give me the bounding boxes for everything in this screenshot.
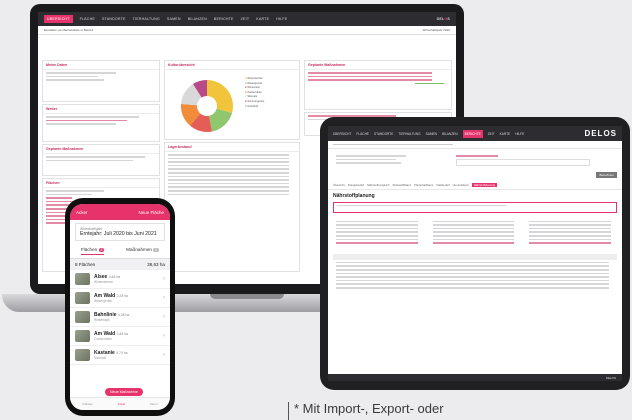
ttab[interactable]: Phosphatbilanz <box>414 183 433 187</box>
nav-standorte[interactable]: STANDORTE <box>102 17 126 21</box>
chevron-right-icon: › <box>163 352 165 358</box>
tablet-tables <box>328 215 622 250</box>
tablet-footer: DELOS <box>328 374 622 381</box>
laptop-navbar: ÜBERSICHT FLÄCHE STANDORTE TIERHALTUNG S… <box>38 12 456 26</box>
subbar-left: Einstellen von Betriebsliste in Betrieb <box>44 28 94 32</box>
nav-zeit[interactable]: ZEIT <box>241 17 250 21</box>
caption-text: * Mit Import-, Export- oder <box>294 401 444 416</box>
phone-title: Acker <box>76 209 88 215</box>
ttab[interactable]: Humusbilanz <box>453 183 469 187</box>
field-thumbnail <box>75 349 90 361</box>
panel-title: Geplante Maßnahmen <box>305 61 451 70</box>
bar-item-active[interactable]: Acker <box>118 402 126 406</box>
nav-berichte[interactable]: BERICHTE <box>214 17 234 21</box>
panel-lagerbestand: Lagerbestand <box>164 142 300 272</box>
phone-tabs: Flächen 8 Maßnahmen 0 <box>70 244 170 259</box>
list-item[interactable]: Kastanie 5,74 ha Silomais › <box>70 346 170 365</box>
list-item[interactable]: Am Wald 3,48 ha Zuckerrüben › <box>70 327 170 346</box>
tnav-item[interactable]: HILFE <box>515 132 524 136</box>
panel-kulturubersicht: Kulturübersicht ■ Winterweizen ■ Winterg… <box>164 60 300 140</box>
list-item[interactable]: Alsee 4,48 ha Winterweizen › <box>70 270 170 289</box>
bar-item[interactable]: Menü <box>150 402 158 406</box>
panel-title: Kulturübersicht <box>165 61 299 70</box>
ttab-active[interactable]: Nährstoffplanung <box>471 182 498 187</box>
tablet-subbar <box>328 141 622 149</box>
chevron-right-icon: › <box>163 295 165 301</box>
ttab[interactable]: Stickstoffbilanz <box>393 183 412 187</box>
field-thumbnail <box>75 292 90 304</box>
list-item[interactable]: Bahnlinie 4,08 ha Winterraps › <box>70 308 170 327</box>
tnav-item-active[interactable]: BERICHTE <box>462 129 483 138</box>
chevron-right-icon: › <box>163 333 165 339</box>
new-measure-button[interactable]: Neue Maßnahme <box>105 388 143 396</box>
count-label: 8 Flächen <box>75 262 96 267</box>
panel-massnahmen-right: Geplante Maßnahmen <box>304 60 452 110</box>
tab-massnahmen[interactable]: Maßnahmen 0 <box>126 247 160 255</box>
season-value: Erntejahr: Juli 2020 bis Juni 2021 <box>80 231 157 237</box>
ttab[interactable]: Übersicht <box>333 183 345 187</box>
field-thumbnail <box>75 330 90 342</box>
nav-samen[interactable]: SAMEN <box>167 17 181 21</box>
tnav-item[interactable]: FLÄCHE <box>356 132 369 136</box>
tnav-item[interactable]: BILANZEN <box>442 132 458 136</box>
nav-flache[interactable]: FLÄCHE <box>80 17 95 21</box>
bar-item[interactable]: Flächen <box>82 402 93 406</box>
pie-chart <box>180 79 233 132</box>
tablet-form <box>328 149 622 172</box>
season-card[interactable]: Wirtschaftsjahr Erntejahr: Juli 2020 bis… <box>75 223 165 241</box>
ttab[interactable]: Kalkbedarf <box>436 183 449 187</box>
panel-meine-daten: Meine Daten <box>42 60 160 102</box>
panel-title: Geplante Maßnahmen <box>43 145 159 154</box>
nav-ubersicht[interactable]: ÜBERSICHT <box>44 15 73 23</box>
tablet-navbar: ÜBERSICHT FLÄCHE STANDORTE TIERHALTUNG S… <box>328 126 622 141</box>
tablet-bottom-table <box>328 250 622 295</box>
tnav-item[interactable]: ZEIT <box>488 132 495 136</box>
caption-divider <box>288 402 289 420</box>
field-thumbnail <box>75 273 90 285</box>
nav-hilfe[interactable]: HILFE <box>276 17 287 21</box>
list-item[interactable]: Am Wald 2,28 ha Wintergerste › <box>70 289 170 308</box>
panel-title: Lagerbestand <box>165 143 299 152</box>
ttab[interactable]: Nährstoffvergleich <box>367 183 390 187</box>
tnav-item[interactable]: ÜBERSICHT <box>333 132 351 136</box>
nav-karte[interactable]: KARTE <box>256 17 269 21</box>
tnav-item[interactable]: SAMEN <box>426 132 437 136</box>
tablet-tabs: Übersicht Düngebedarf Nährstoffvergleich… <box>328 181 622 190</box>
field-count: 8 Flächen 38,63 ha <box>70 259 170 270</box>
brand-logo: DELOS <box>436 17 450 21</box>
panel-title: Meine Daten <box>43 61 159 70</box>
pie-legend: ■ Winterweizen ■ Wintergerste ■ Winterra… <box>245 77 265 108</box>
tnav-item[interactable]: STANDORTE <box>374 132 393 136</box>
tnav-item[interactable]: TIERHALTUNG <box>398 132 420 136</box>
subbar-right[interactable]: Wirtschaftsjahr 2020 <box>423 28 450 32</box>
panel-title: Flächen <box>43 179 159 188</box>
panel-massnahmen-left: Geplante Maßnahmen <box>42 144 160 176</box>
new-field-button[interactable]: Neue Fläche <box>138 210 164 215</box>
tnav-item[interactable]: KARTE <box>500 132 511 136</box>
tablet-alert <box>333 201 617 213</box>
nav-tierhaltung[interactable]: TIERHALTUNG <box>133 17 160 21</box>
laptop-subbar: Einstellen von Betriebsliste in Betrieb … <box>38 26 456 35</box>
count-area: 38,63 ha <box>147 262 165 267</box>
phone-screen: Acker Neue Fläche Wirtschaftsjahr Erntej… <box>70 204 170 410</box>
tablet-brand: DELOS <box>584 129 617 138</box>
tab-flachen[interactable]: Flächen 8 <box>80 247 105 255</box>
calc-button[interactable]: Berechnen <box>596 171 617 178</box>
phone-header: Acker Neue Fläche <box>70 204 170 220</box>
ttab[interactable]: Düngebedarf <box>348 183 364 187</box>
laptop-notch <box>210 294 284 299</box>
nav-bilanzen[interactable]: BILANZEN <box>188 17 207 21</box>
panel-wetter: Wetter <box>42 104 160 142</box>
chevron-right-icon: › <box>163 276 165 282</box>
phone-bottom-bar: Flächen Acker Menü <box>70 397 170 410</box>
field-thumbnail <box>75 311 90 323</box>
panel-title: Wetter <box>43 105 159 114</box>
tablet-heading: Nährstoffplanung <box>333 192 375 199</box>
tablet-screen: ÜBERSICHT FLÄCHE STANDORTE TIERHALTUNG S… <box>328 126 622 381</box>
chevron-right-icon: › <box>163 314 165 320</box>
